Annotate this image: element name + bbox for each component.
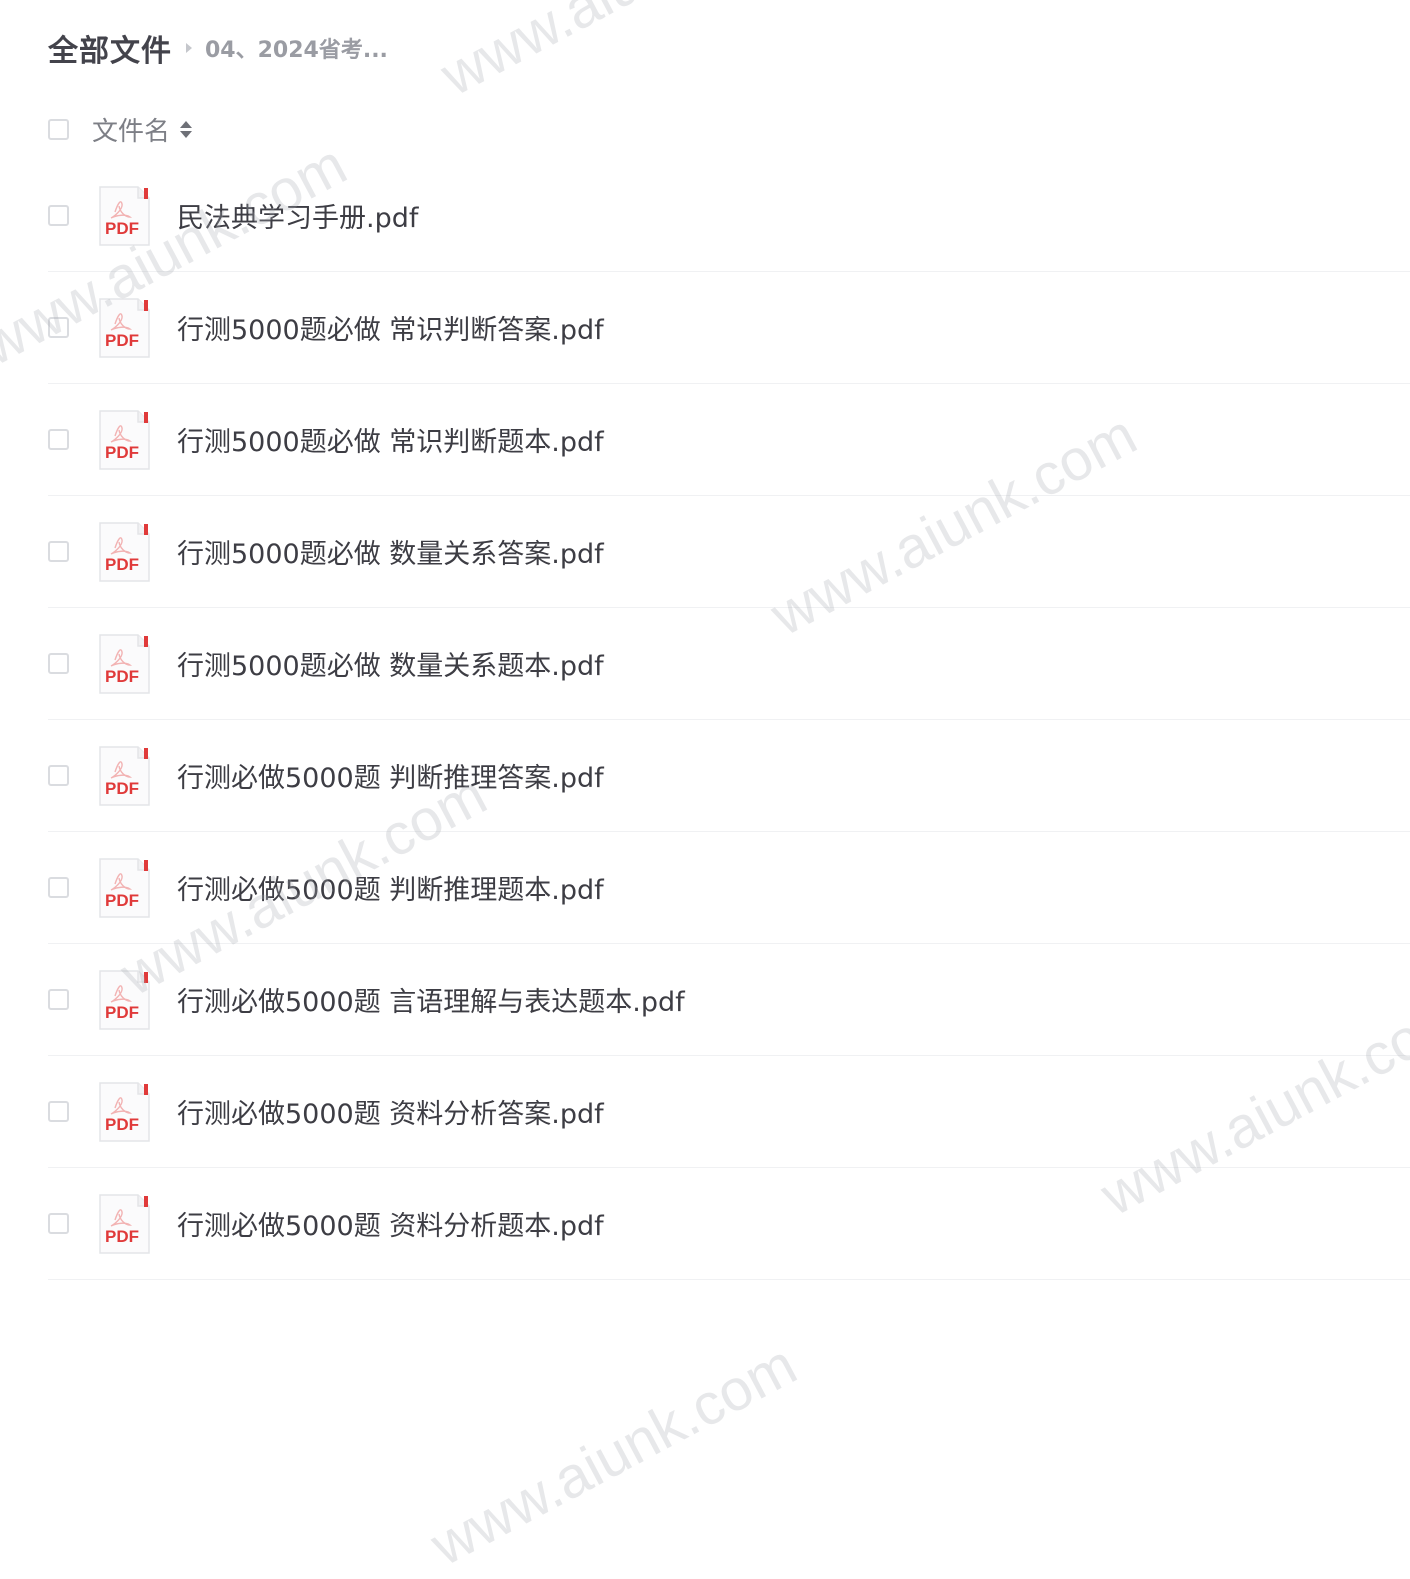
pdf-badge-label: PDF [105, 1114, 139, 1134]
pdf-file-icon: PDF [98, 185, 150, 246]
file-row[interactable]: PDF 行测必做5000题 资料分析题本.pdf [48, 1168, 1410, 1280]
file-name[interactable]: 行测必做5000题 资料分析题本.pdf [177, 1204, 604, 1243]
pdf-badge-label: PDF [105, 1002, 139, 1022]
pdf-file-icon: PDF [98, 1081, 150, 1142]
file-row[interactable]: PDF 行测5000题必做 数量关系题本.pdf [48, 608, 1410, 720]
pdf-file-icon: PDF [98, 969, 150, 1030]
pdf-file-icon: PDF [98, 409, 150, 470]
row-checkbox[interactable] [48, 317, 69, 338]
pdf-badge-label: PDF [105, 778, 139, 798]
file-row[interactable]: PDF 民法典学习手册.pdf [48, 160, 1410, 272]
pdf-badge-label: PDF [105, 666, 139, 686]
file-row[interactable]: PDF 行测必做5000题 判断推理答案.pdf [48, 720, 1410, 832]
file-name[interactable]: 行测5000题必做 数量关系题本.pdf [177, 644, 604, 683]
pdf-badge-label: PDF [105, 330, 139, 350]
pdf-badge-label: PDF [105, 218, 139, 238]
pdf-file-icon: PDF [98, 857, 150, 918]
pdf-badge-label: PDF [105, 554, 139, 574]
row-checkbox[interactable] [48, 1213, 69, 1234]
row-checkbox[interactable] [48, 989, 69, 1010]
row-checkbox[interactable] [48, 1101, 69, 1122]
pdf-badge-label: PDF [105, 1226, 139, 1246]
file-row[interactable]: PDF 行测必做5000题 判断推理题本.pdf [48, 832, 1410, 944]
row-checkbox[interactable] [48, 653, 69, 674]
list-header: 文件名 [48, 110, 193, 148]
row-checkbox[interactable] [48, 429, 69, 450]
pdf-badge-label: PDF [105, 890, 139, 910]
file-row[interactable]: PDF 行测必做5000题 资料分析答案.pdf [48, 1056, 1410, 1168]
select-all-checkbox[interactable] [48, 118, 69, 140]
breadcrumb-separator-icon [186, 43, 192, 53]
file-name[interactable]: 行测5000题必做 数量关系答案.pdf [177, 532, 604, 571]
row-checkbox[interactable] [48, 877, 69, 898]
pdf-file-icon: PDF [98, 521, 150, 582]
file-name[interactable]: 行测5000题必做 常识判断答案.pdf [177, 308, 604, 347]
breadcrumb-root-all-files[interactable]: 全部文件 [48, 26, 172, 70]
sort-icon[interactable] [180, 120, 193, 138]
file-row[interactable]: PDF 行测5000题必做 数量关系答案.pdf [48, 496, 1410, 608]
breadcrumb-current-folder[interactable]: 04、2024省考... [205, 32, 388, 64]
pdf-file-icon: PDF [98, 745, 150, 806]
watermark: www.aiunk.com [420, 1331, 807, 1579]
file-row[interactable]: PDF 行测5000题必做 常识判断答案.pdf [48, 272, 1410, 384]
pdf-file-icon: PDF [98, 297, 150, 358]
column-header-filename[interactable]: 文件名 [92, 111, 170, 148]
row-checkbox[interactable] [48, 205, 69, 226]
pdf-badge-label: PDF [105, 442, 139, 462]
row-checkbox[interactable] [48, 765, 69, 786]
watermark: www.aiunk.com [430, 0, 817, 109]
pdf-file-icon: PDF [98, 633, 150, 694]
row-checkbox[interactable] [48, 541, 69, 562]
file-row[interactable]: PDF 行测5000题必做 常识判断题本.pdf [48, 384, 1410, 496]
file-name[interactable]: 行测必做5000题 判断推理题本.pdf [177, 868, 604, 907]
breadcrumb: 全部文件 04、2024省考... [48, 26, 388, 70]
pdf-file-icon: PDF [98, 1193, 150, 1254]
file-row[interactable]: PDF 行测必做5000题 言语理解与表达题本.pdf [48, 944, 1410, 1056]
file-list: PDF 民法典学习手册.pdf PDF 行测5000题必做 常识判断答案.pdf PDF… [48, 160, 1410, 1280]
file-name[interactable]: 行测必做5000题 言语理解与表达题本.pdf [177, 980, 685, 1019]
file-name[interactable]: 行测5000题必做 常识判断题本.pdf [177, 420, 604, 459]
file-name[interactable]: 行测必做5000题 判断推理答案.pdf [177, 756, 604, 795]
file-name[interactable]: 民法典学习手册.pdf [177, 196, 418, 235]
file-name[interactable]: 行测必做5000题 资料分析答案.pdf [177, 1092, 604, 1131]
